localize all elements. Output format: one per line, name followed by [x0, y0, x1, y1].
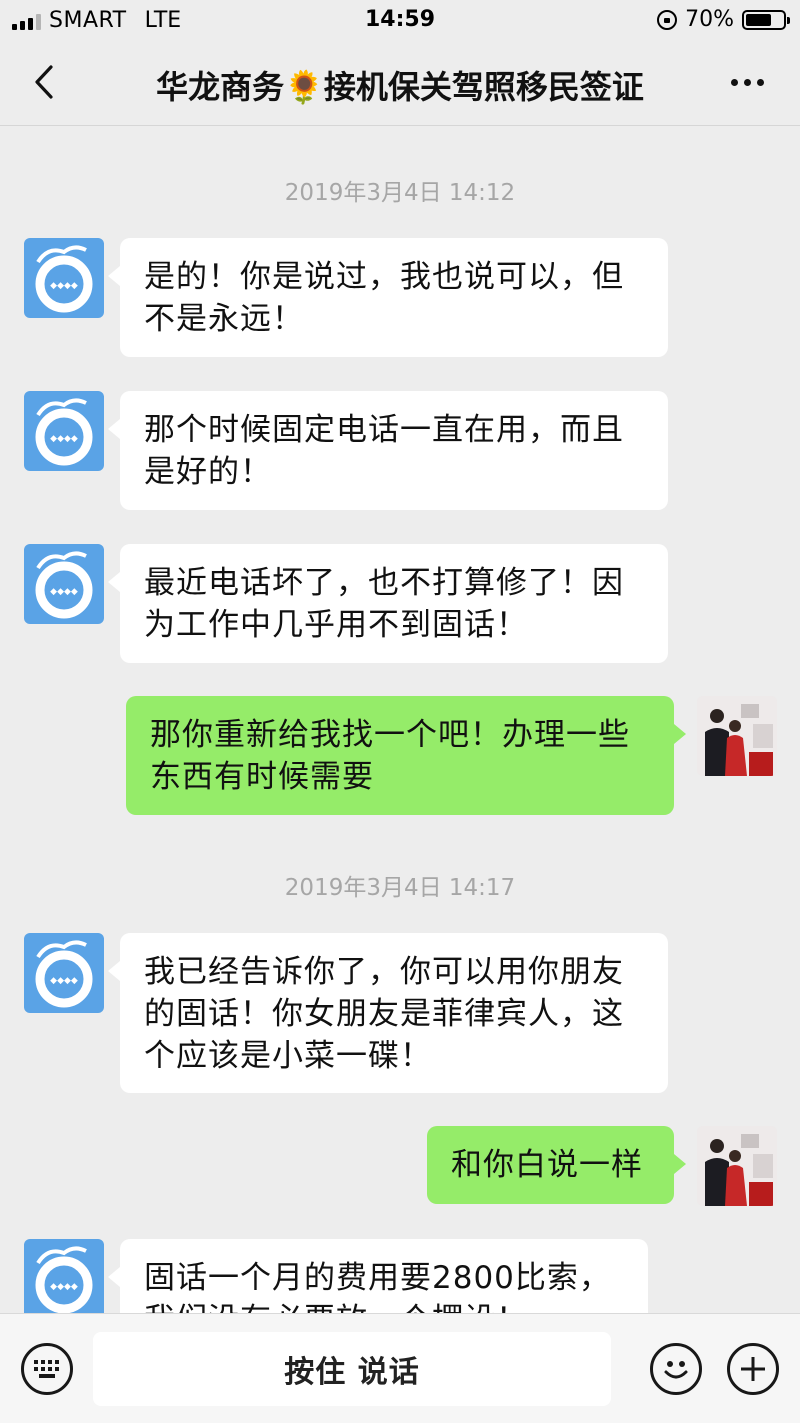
avatar-me[interactable] [697, 696, 777, 776]
wedding-photo-icon [697, 1126, 777, 1206]
orientation-lock-icon [657, 9, 678, 30]
status-right: 70% [657, 7, 790, 32]
avatar-huolong[interactable]: ◆◆◆◆ [24, 544, 104, 624]
message-line: 我已经告诉你了，你可以用你朋友 [144, 954, 624, 990]
message-line: 东西有时候需要 [150, 759, 374, 795]
svg-text:◆◆◆◆: ◆◆◆◆ [50, 434, 78, 444]
message-line: 是好的！ [144, 454, 272, 490]
emoji-button[interactable] [650, 1343, 702, 1395]
timestamp: 2019年3月4日 14:12 [284, 180, 516, 206]
timestamp: 2019年3月4日 14:17 [284, 875, 516, 901]
svg-text:◆◆◆◆: ◆◆◆◆ [50, 1282, 78, 1292]
dragon-logo-icon: ◆◆◆◆ [35, 245, 93, 313]
message-line: 那个时候固定电话一直在用，而且 [144, 412, 624, 448]
avatar-huolong[interactable]: ◆◆◆◆ [24, 391, 104, 471]
message-line: 最近电话坏了，也不打算修了！因 [144, 565, 624, 601]
battery-icon [742, 9, 790, 30]
battery-fill [746, 13, 772, 26]
more-button[interactable] [722, 70, 772, 94]
message-line: 是的！你是说过，我也说可以，但 [144, 259, 624, 295]
dragon-logo-icon: ◆◆◆◆ [35, 1246, 93, 1313]
message-bubble-incoming[interactable]: 是的！你是说过，我也说可以，但 不是永远！ [108, 238, 668, 357]
emoji-icon [664, 1361, 688, 1379]
message-line: 和你白说一样 [451, 1147, 643, 1183]
dragon-logo-icon: ◆◆◆◆ [35, 398, 93, 466]
message-line: 那你重新给我找一个吧！办理一些 [150, 717, 630, 753]
message-line: 个应该是小菜一碟！ [144, 1038, 432, 1074]
message-line: 我们没有必要放一个摆设！ [144, 1299, 624, 1313]
message-line: 的固话！你女朋友是菲律宾人，这 [144, 996, 624, 1032]
message-bubble-incoming[interactable]: 那个时候固定电话一直在用，而且 是好的！ [108, 391, 668, 510]
chevron-left-icon [35, 65, 53, 99]
message-bubble-outgoing[interactable]: 那你重新给我找一个吧！办理一些 东西有时候需要 [126, 696, 686, 815]
keyboard-icon [34, 1360, 59, 1378]
dragon-logo-icon: ◆◆◆◆ [35, 551, 93, 619]
avatar-huolong[interactable]: ◆◆◆◆ [24, 1239, 104, 1313]
hold-to-talk-button[interactable]: 按住 说话 [93, 1332, 611, 1406]
message-bubble-outgoing[interactable]: 和你白说一样 [427, 1126, 686, 1204]
input-bar: 按住 说话 [0, 1313, 800, 1423]
message-line: 为工作中几乎用不到固话！ [144, 607, 528, 643]
chat-area[interactable]: 2019年3月4日 14:12 ◆◆◆◆ 是的！你是说过，我也说可以，但 不是永… [0, 127, 800, 1313]
avatar-huolong[interactable]: ◆◆◆◆ [24, 933, 104, 1013]
svg-text:◆◆◆◆: ◆◆◆◆ [50, 976, 78, 986]
wedding-photo-icon [697, 696, 777, 776]
plus-button[interactable] [727, 1343, 779, 1395]
more-dots-icon [730, 78, 738, 86]
message-line: 固话一个月的费用要2800比索， [144, 1260, 611, 1296]
avatar-huolong[interactable]: ◆◆◆◆ [24, 238, 104, 318]
message-bubble-incoming[interactable]: 固话一个月的费用要2800比索， 我们没有必要放一个摆设！ [108, 1239, 648, 1313]
svg-text:◆◆◆◆: ◆◆◆◆ [50, 281, 78, 291]
keyboard-button[interactable] [21, 1343, 73, 1395]
back-button[interactable] [22, 60, 66, 104]
svg-text:◆◆◆◆: ◆◆◆◆ [50, 587, 78, 597]
dragon-logo-icon: ◆◆◆◆ [35, 940, 93, 1008]
status-bar: SMART LTE 14:59 70% [0, 0, 800, 40]
chat-title: 华龙商务🌻接机保关驾照移民签证 [156, 68, 644, 106]
message-bubble-incoming[interactable]: 最近电话坏了，也不打算修了！因 为工作中几乎用不到固话！ [108, 544, 668, 663]
battery-percent: 70% [685, 7, 734, 32]
message-line: 不是永远！ [144, 301, 304, 337]
nav-bar: 华龙商务🌻接机保关驾照移民签证 [0, 40, 800, 126]
plus-icon [741, 1357, 765, 1381]
avatar-me[interactable] [697, 1126, 777, 1206]
message-bubble-incoming[interactable]: 我已经告诉你了，你可以用你朋友 的固话！你女朋友是菲律宾人，这 个应该是小菜一碟… [108, 933, 668, 1093]
